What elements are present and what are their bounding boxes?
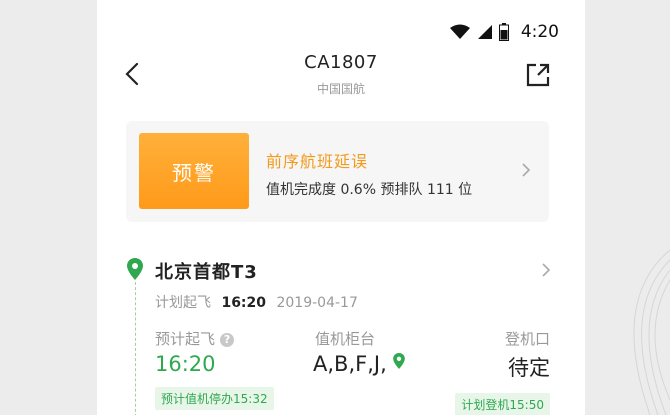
timeline-connector — [135, 282, 136, 415]
battery-icon — [498, 23, 509, 41]
queue-label: 预排队 — [380, 182, 423, 198]
planned-time: 16:20 — [221, 295, 267, 311]
location-pin-icon — [127, 258, 143, 280]
app-screen: 4:20 CA1807 中国国航 预警 前序航班延误 值机完成度 0.6% 预排… — [97, 0, 585, 415]
estimated-departure-label: 预计起飞 — [155, 330, 216, 348]
signal-icon — [477, 25, 492, 39]
chevron-right-icon — [522, 163, 531, 177]
checkin-counter-label: 值机柜台 — [315, 330, 376, 348]
status-time: 4:20 — [520, 22, 559, 42]
gate-label: 登机口 — [504, 330, 550, 348]
queue-unit: 位 — [458, 182, 473, 198]
delay-alert-card[interactable]: 预警 前序航班延误 值机完成度 0.6% 预排队 111 位 — [126, 121, 549, 222]
alert-detail: 值机完成度 0.6% 预排队 111 位 — [266, 179, 472, 199]
warning-badge: 预警 — [139, 133, 249, 209]
status-bar: 4:20 — [449, 22, 559, 42]
checkin-progress-label: 值机完成度 — [266, 182, 336, 198]
planned-date: 2019-04-17 — [276, 295, 358, 311]
estimated-departure-label-wrap: 预计起飞? — [155, 328, 235, 349]
boarding-tag: 计划登机15:50 — [455, 393, 550, 415]
alert-title: 前序航班延误 — [266, 152, 369, 171]
gate-value: 待定 — [508, 356, 550, 380]
share-button[interactable] — [525, 62, 551, 88]
estimated-departure-time: 16:20 — [155, 352, 216, 376]
flight-number: CA1807 — [304, 52, 378, 73]
help-icon[interactable]: ? — [220, 333, 235, 347]
chevron-right-icon[interactable] — [541, 262, 551, 278]
planned-departure-row: 计划起飞 16:20 2019-04-17 — [155, 292, 358, 312]
checkin-close-tag: 预计值机停办15:32 — [155, 387, 274, 410]
checkin-counter-value: A,B,F,J, — [313, 352, 387, 376]
wifi-icon — [449, 24, 470, 39]
airline-name: 中国国航 — [316, 82, 365, 96]
checkin-progress-value: 0.6% — [340, 182, 377, 198]
planned-label: 计划起飞 — [155, 295, 211, 311]
checkin-counter-value-wrap[interactable]: A,B,F,J, — [313, 352, 406, 376]
departure-airport[interactable]: 北京首都T3 — [155, 258, 258, 284]
queue-value: 111 — [426, 182, 454, 198]
share-icon — [526, 63, 550, 87]
location-pin-icon — [393, 353, 406, 369]
